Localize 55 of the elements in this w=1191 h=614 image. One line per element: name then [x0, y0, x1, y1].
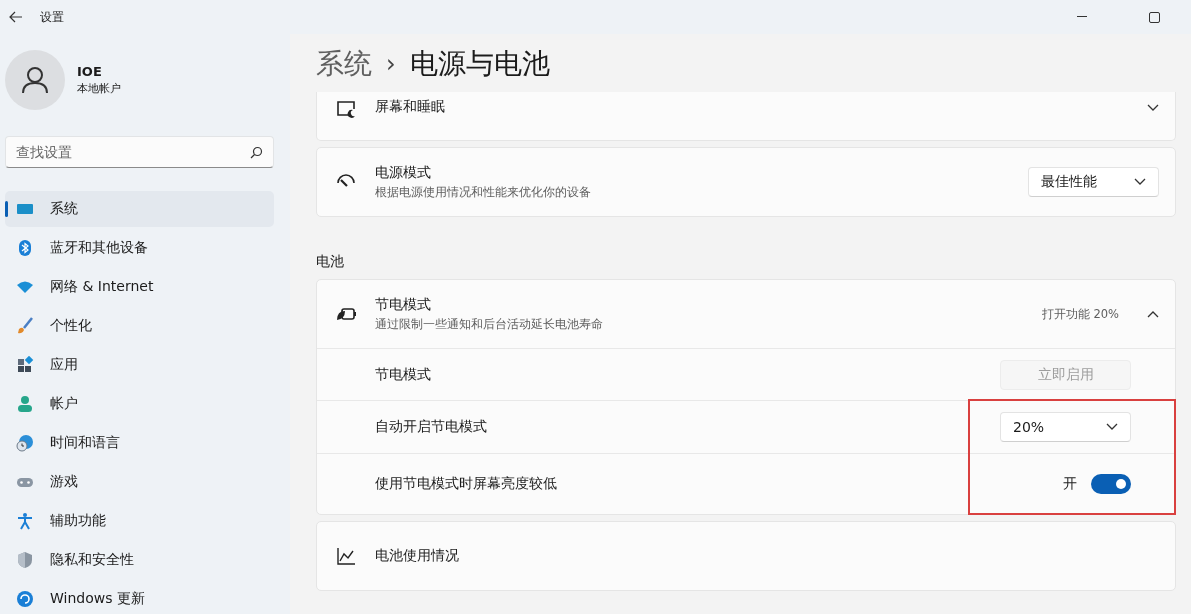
account-type: 本地帐户 — [77, 81, 121, 96]
breadcrumb-separator: › — [386, 50, 396, 78]
card-title: 屏幕和睡眠 — [375, 98, 446, 116]
toggle-switch[interactable] — [1091, 474, 1131, 494]
card-description: 通过限制一些通知和后台活动延长电池寿命 — [375, 317, 604, 332]
search-input[interactable]: 查找设置 — [16, 144, 244, 160]
search-icon — [250, 145, 263, 159]
sidebar-item[interactable]: 应用 — [5, 347, 274, 383]
sidebar-item[interactable]: 系统 — [5, 191, 274, 227]
chevron-down-icon — [1147, 104, 1159, 112]
window-title: 设置 — [40, 8, 64, 26]
card-title: 节电模式 — [375, 296, 432, 314]
shield-icon — [16, 551, 34, 569]
card-status: 打开功能 20% — [1041, 306, 1119, 322]
bluetooth-icon — [16, 239, 34, 257]
sidebar-item[interactable]: 网络 & Internet — [5, 269, 274, 305]
sidebar-item[interactable]: 辅助功能 — [5, 503, 274, 539]
card-title: 电源模式 — [375, 164, 432, 182]
sidebar-item[interactable]: Windows 更新 — [5, 581, 274, 614]
settings-card[interactable]: 电池使用情况 — [316, 521, 1176, 591]
back-arrow-icon — [9, 11, 23, 23]
sidebar-item[interactable]: 时间和语言 — [5, 425, 274, 461]
screen-sleep-icon — [335, 98, 357, 120]
sidebar-item[interactable]: 隐私和安全性 — [5, 542, 274, 578]
line-chart-icon — [335, 545, 357, 567]
person-icon — [16, 395, 34, 413]
minimize-icon — [1077, 16, 1087, 18]
threshold-dropdown[interactable]: 20% — [1000, 412, 1131, 442]
sidebar-item[interactable]: 游戏 — [5, 464, 274, 500]
sidebar-item[interactable]: 帐户 — [5, 386, 274, 422]
account-name: IOE — [77, 64, 103, 79]
update-icon — [16, 590, 34, 608]
sidebar-item[interactable]: 蓝牙和其他设备 — [5, 230, 274, 266]
apps-icon — [16, 356, 34, 374]
breadcrumb-link[interactable]: 系统 — [316, 45, 372, 83]
chevron-up-icon — [1147, 310, 1159, 318]
sidebar-item[interactable]: 个性化 — [5, 308, 274, 344]
page-title: 电源与电池 — [409, 46, 550, 82]
search-field[interactable]: 查找设置 — [5, 136, 274, 168]
section-heading: 电池 — [316, 253, 345, 271]
setting-label: 自动开启节电模式 — [375, 418, 488, 436]
card-title: 电池使用情况 — [375, 547, 460, 565]
setting-label: 使用节电模式时屏幕亮度较低 — [375, 475, 558, 493]
setting-label: 节电模式 — [375, 365, 432, 384]
avatar-person-icon[interactable] — [20, 65, 50, 95]
toggle-state-label: 开 — [1063, 475, 1077, 493]
chevron-down-icon — [1106, 423, 1118, 431]
brush-icon — [16, 317, 34, 335]
globe-clock-icon — [16, 434, 34, 452]
accessibility-icon — [16, 512, 34, 530]
chevron-down-icon — [1134, 178, 1146, 186]
power-mode-dropdown[interactable]: 最佳性能 — [1028, 167, 1159, 197]
card-description: 根据电源使用情况和性能来优化你的设备 — [375, 185, 592, 200]
settings-card[interactable]: 屏幕和睡眠 — [316, 92, 1176, 141]
maximize-icon — [1148, 11, 1160, 23]
